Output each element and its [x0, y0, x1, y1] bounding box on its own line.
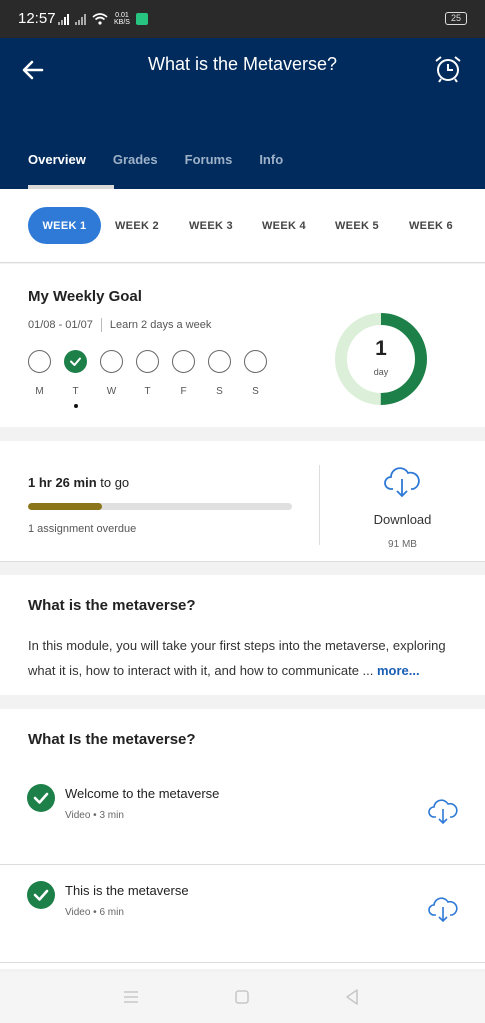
status-icons: 0.01 KB/S — [58, 12, 148, 26]
list-item[interactable]: Welcome to the metaverse Video • 3 min — [0, 767, 485, 864]
wifi-icon — [92, 13, 108, 25]
menu-icon[interactable] — [120, 986, 142, 1008]
week-2-chip[interactable]: WEEK 2 — [103, 207, 171, 244]
divider — [319, 465, 320, 545]
lesson-meta: Video • 3 min — [65, 810, 124, 821]
day-label: T — [72, 386, 79, 397]
weekly-goal-title: My Weekly Goal — [28, 288, 142, 305]
progress-card: 1 hr 26 min to go 1 assignment overdue D… — [0, 441, 485, 562]
day-circle — [136, 350, 159, 373]
course-tabs: Overview Grades Forums Info — [28, 152, 310, 167]
lesson-title: Welcome to the metaverse — [65, 786, 220, 801]
list-item[interactable]: This is the metaverse Video • 6 min — [0, 865, 485, 962]
module-description-title: What is the metaverse? — [28, 597, 196, 614]
day-label: S — [216, 386, 223, 397]
home-icon[interactable] — [231, 986, 253, 1008]
completed-check-icon — [27, 784, 55, 812]
status-bar: 12:57 0.01 KB/S 25 — [0, 0, 485, 38]
overdue-text: 1 assignment overdue — [28, 523, 137, 535]
time-remaining-suffix: to go — [96, 475, 130, 490]
tab-info[interactable]: Info — [259, 152, 283, 167]
section-title: What Is the metaverse? — [28, 731, 196, 748]
completed-check-icon — [27, 881, 55, 909]
week-5-chip[interactable]: WEEK 5 — [323, 207, 391, 244]
day-label: M — [35, 386, 44, 397]
page-title: What is the Metaverse? — [147, 54, 338, 74]
cloud-download-icon[interactable] — [384, 465, 420, 499]
day-label: T — [144, 386, 151, 397]
week-4-chip[interactable]: WEEK 4 — [250, 207, 318, 244]
check-icon — [70, 357, 81, 366]
time-remaining-value: 1 hr 26 min — [28, 475, 97, 490]
divider — [0, 962, 485, 963]
time-remaining: 1 hr 26 min to go — [28, 475, 129, 490]
day-label: S — [252, 386, 259, 397]
day-circle — [28, 350, 51, 373]
goal-progress-unit: day — [373, 367, 389, 377]
net-speed: 0.01 KB/S — [114, 12, 130, 26]
progress-bar-fill — [28, 503, 102, 510]
alarm-clock-icon[interactable] — [433, 54, 463, 84]
week-6-chip[interactable]: WEEK 6 — [396, 207, 466, 244]
day-circle — [244, 350, 267, 373]
download-button[interactable]: Download — [320, 512, 485, 527]
battery-icon: 25 — [445, 12, 467, 25]
app-bar: What is the Metaverse? Overview Grades F… — [0, 38, 485, 189]
goal-progress-count: 1 — [375, 337, 387, 360]
week-3-chip[interactable]: WEEK 3 — [176, 207, 246, 244]
progress-bar — [28, 503, 292, 510]
cloud-download-icon[interactable] — [428, 797, 458, 825]
goal-target[interactable]: Learn 2 days a week — [110, 319, 212, 331]
day-circle — [100, 350, 123, 373]
lesson-meta: Video • 6 min — [65, 907, 124, 918]
tab-forums[interactable]: Forums — [185, 152, 233, 167]
tab-grades[interactable]: Grades — [113, 152, 158, 167]
weekly-goal-card: My Weekly Goal 01/08 - 01/07 Learn 2 day… — [0, 264, 485, 427]
day-label: F — [180, 386, 187, 397]
download-size: 91 MB — [388, 539, 417, 550]
back-icon[interactable] — [341, 986, 363, 1008]
lesson-title: This is the metaverse — [65, 883, 189, 898]
system-navigation-bar — [0, 972, 485, 1023]
tab-overview[interactable]: Overview — [28, 152, 86, 167]
today-indicator — [74, 404, 78, 408]
module-description-text: In this module, you will take your first… — [28, 633, 463, 683]
status-time: 12:57 — [18, 10, 56, 27]
signal-2-icon — [75, 13, 86, 25]
cloud-download-icon[interactable] — [428, 895, 458, 923]
net-speed-unit: KB/S — [114, 19, 130, 26]
day-label: W — [106, 386, 117, 397]
day-completed-circle — [64, 350, 87, 373]
goal-date-range: 01/08 - 01/07 — [28, 319, 93, 331]
week-selector: WEEK 1 WEEK 2 WEEK 3 WEEK 4 WEEK 5 WEEK … — [0, 189, 485, 263]
net-speed-value: 0.01 — [115, 12, 129, 19]
weekly-goal-subtitle: 01/08 - 01/07 Learn 2 days a week — [28, 318, 211, 332]
notification-app-icon — [135, 13, 148, 25]
week-1-chip[interactable]: WEEK 1 — [28, 207, 101, 244]
day-circle — [172, 350, 195, 373]
day-circle — [208, 350, 231, 373]
module-description-card: What is the metaverse? In this module, y… — [0, 575, 485, 695]
separator — [100, 318, 102, 332]
signal-icon — [58, 13, 69, 25]
more-link[interactable]: more... — [377, 663, 420, 678]
